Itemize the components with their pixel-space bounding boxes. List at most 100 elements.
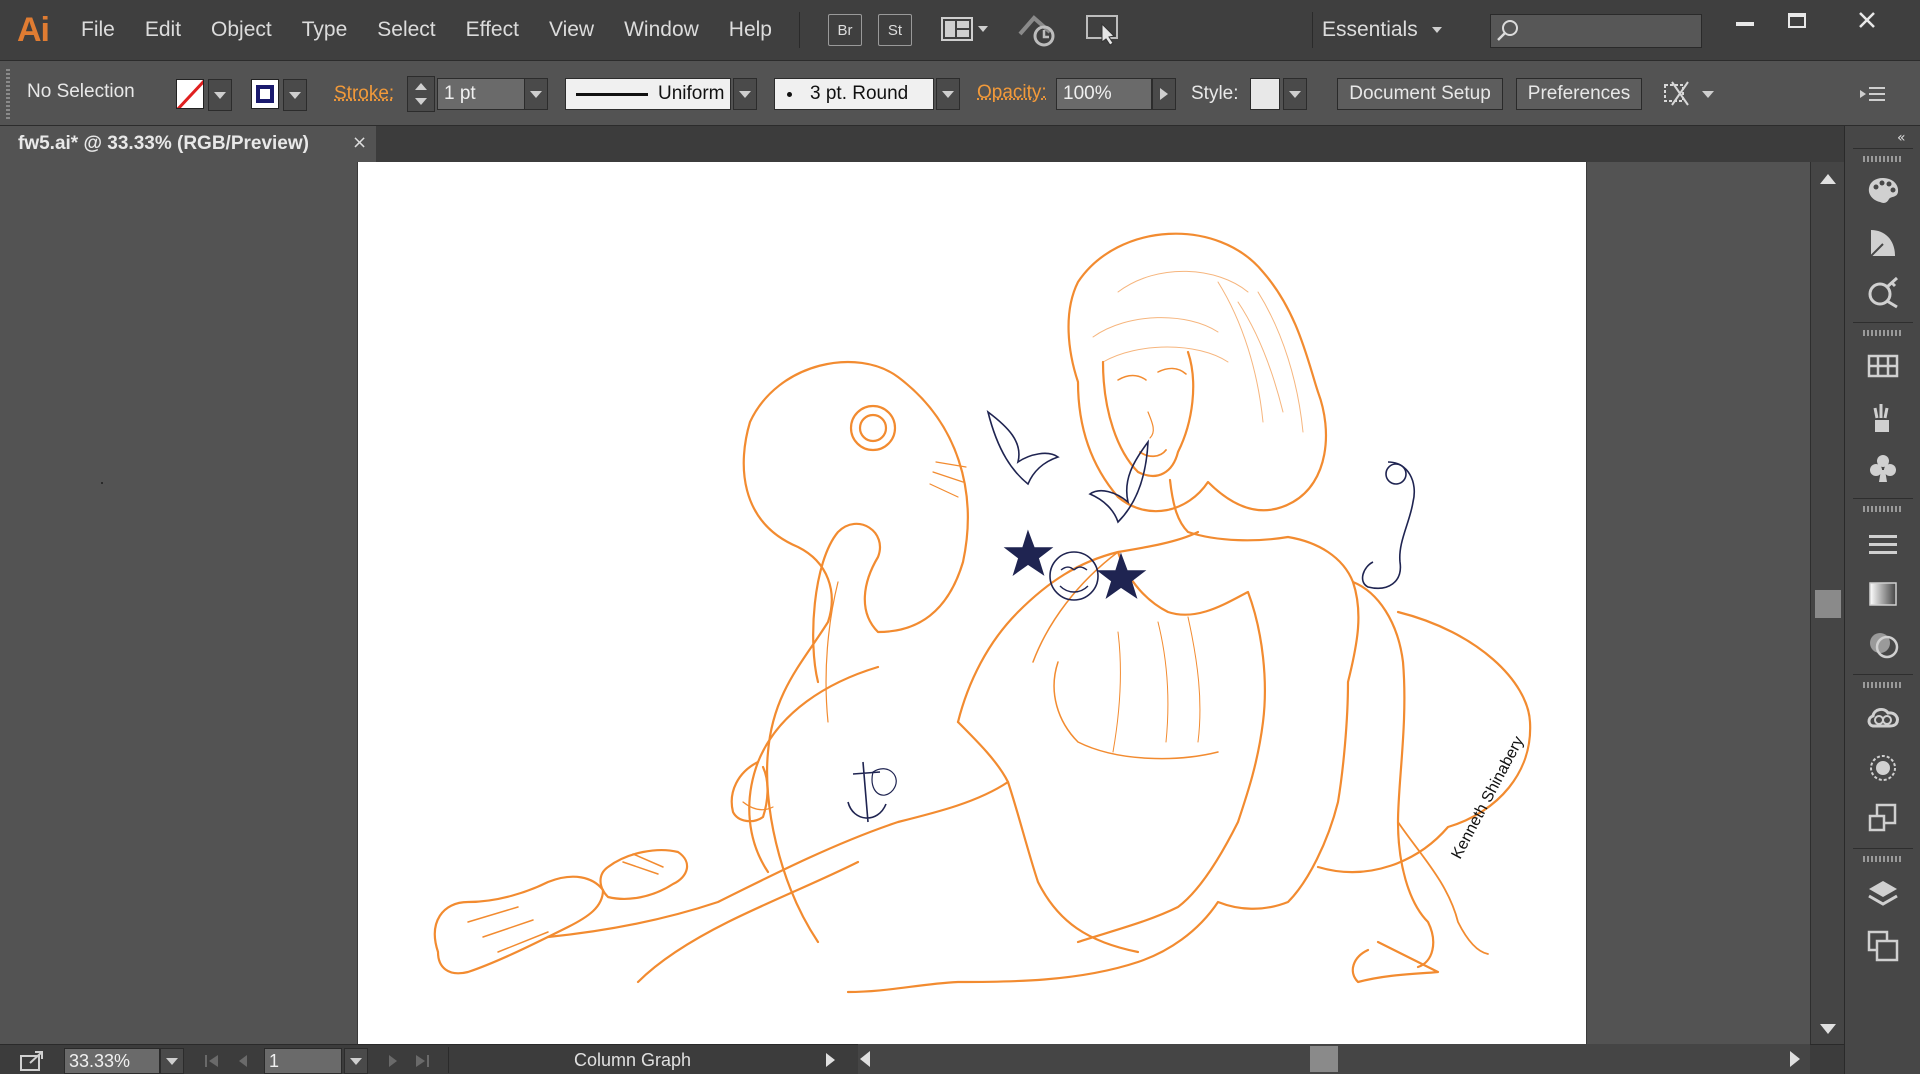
status-text[interactable]: Column Graph (574, 1050, 691, 1071)
artboards-panel-button[interactable] (1863, 926, 1903, 966)
zoom-field[interactable]: 33.33% (64, 1048, 160, 1074)
chevron-down-icon (166, 1058, 178, 1065)
gpu-performance-button[interactable] (1016, 10, 1060, 50)
isolate-mode-button[interactable] (1660, 78, 1716, 110)
previous-artboard-button[interactable] (236, 1053, 250, 1067)
menu-window[interactable]: Window (609, 0, 714, 60)
horizontal-scroll-thumb[interactable] (1310, 1046, 1338, 1072)
image-trace-button[interactable] (1863, 272, 1903, 312)
color-guide-button[interactable] (1863, 222, 1903, 262)
panel-menu-button[interactable] (1858, 81, 1888, 107)
stroke-swatch-icon (256, 85, 274, 103)
brushes-button[interactable] (1863, 398, 1903, 438)
scroll-right-button[interactable] (1790, 1051, 1800, 1067)
bridge-button[interactable]: Br (828, 14, 862, 46)
close-tab-button[interactable]: × (352, 132, 367, 153)
swatches-button[interactable] (1863, 346, 1903, 386)
transparency-panel-button[interactable] (1863, 624, 1903, 664)
stepper-arrows-icon (408, 77, 434, 111)
horizontal-scrollbar[interactable] (858, 1044, 1810, 1074)
scroll-up-button[interactable] (1820, 174, 1836, 184)
cc-libraries-icon (1864, 700, 1902, 736)
artboard-dropdown[interactable] (344, 1048, 368, 1074)
variable-width-profile[interactable]: Uniform (565, 78, 731, 110)
workspace-switcher[interactable]: Essentials (1322, 13, 1442, 47)
vertical-scrollbar[interactable] (1810, 162, 1844, 1044)
graphic-style-dropdown[interactable] (1283, 78, 1307, 110)
gradient-panel-button[interactable] (1863, 574, 1903, 614)
chevron-down-icon (739, 91, 751, 98)
opacity-label[interactable]: Opacity: (977, 82, 1047, 104)
image-trace-icon (1865, 274, 1901, 310)
line-art-illustration[interactable]: Kenneth Shinabery (358, 162, 1588, 1044)
menu-effect[interactable]: Effect (451, 0, 534, 60)
layers-panel-button[interactable] (1863, 874, 1903, 914)
minimize-button[interactable] (1716, 0, 1774, 40)
arrange-documents-icon (940, 15, 992, 45)
menu-edit[interactable]: Edit (130, 0, 196, 60)
last-artboard-button[interactable] (414, 1053, 430, 1067)
zoom-dropdown[interactable] (160, 1048, 184, 1074)
stroke-panel-button[interactable] (1863, 524, 1903, 564)
scroll-left-button[interactable] (860, 1051, 870, 1067)
stroke-weight-field[interactable]: 1 pt (437, 78, 525, 110)
menu-type[interactable]: Type (287, 0, 363, 60)
symbols-button[interactable] (1863, 448, 1903, 488)
brush-definition[interactable]: 3 pt. Round (774, 78, 934, 110)
opacity-slider-button[interactable] (1152, 78, 1176, 110)
stroke-color-dropdown[interactable] (283, 79, 307, 111)
share-button[interactable] (18, 1049, 46, 1073)
panel-menu-icon (1858, 81, 1888, 107)
anchor-tattoo (848, 762, 886, 822)
artist-signature: Kenneth Shinabery (1449, 734, 1528, 862)
libraries-button[interactable] (1863, 698, 1903, 738)
stroke-label[interactable]: Stroke: (334, 83, 394, 105)
artboard-number-field[interactable]: 1 (264, 1048, 342, 1074)
first-artboard-button[interactable] (204, 1053, 220, 1067)
dock-divider (1853, 148, 1913, 149)
fill-dropdown[interactable] (208, 79, 232, 111)
menu-select[interactable]: Select (362, 0, 450, 60)
stroke-weight-dropdown[interactable] (524, 78, 548, 110)
opacity-field[interactable]: 100% (1056, 78, 1152, 110)
stroke-stepper[interactable] (407, 76, 435, 112)
menu-file[interactable]: File (66, 0, 130, 60)
color-panel-button[interactable] (1863, 170, 1903, 210)
collapse-dock-button[interactable]: « (1897, 130, 1906, 146)
close-window-button[interactable] (1838, 0, 1896, 40)
menu-divider (799, 12, 800, 48)
isolate-icon (1660, 79, 1692, 109)
artboard[interactable]: Kenneth Shinabery (357, 162, 1587, 1044)
chevron-down-icon (1432, 27, 1442, 33)
status-menu-button[interactable] (826, 1053, 835, 1067)
menu-view[interactable]: View (534, 0, 609, 60)
chevron-down-icon (289, 92, 301, 99)
brush-dropdown[interactable] (936, 78, 960, 110)
minimize-icon (1736, 22, 1754, 26)
document-setup-button[interactable]: Document Setup (1337, 78, 1503, 110)
appearance-panel-button[interactable] (1863, 748, 1903, 788)
maximize-button[interactable] (1768, 0, 1826, 40)
touch-workspace-icon (1084, 12, 1124, 48)
graphic-styles-icon (1865, 800, 1901, 836)
brush-label: 3 pt. Round (810, 83, 908, 105)
preferences-button[interactable]: Preferences (1516, 78, 1642, 110)
arrange-documents-button[interactable] (940, 10, 992, 50)
stock-button[interactable]: St (878, 14, 912, 46)
fill-swatch[interactable] (176, 79, 204, 109)
menu-help[interactable]: Help (714, 0, 787, 60)
dock-grip (1863, 856, 1903, 862)
menu-object[interactable]: Object (196, 0, 287, 60)
artboards-icon (1865, 928, 1901, 964)
menu-divider-2 (1312, 12, 1313, 48)
touch-workspace-button[interactable] (1084, 10, 1124, 50)
search-input[interactable] (1490, 14, 1702, 48)
stroke-swatch[interactable] (251, 79, 279, 109)
next-artboard-button[interactable] (386, 1053, 400, 1067)
vertical-scroll-thumb[interactable] (1815, 590, 1841, 618)
document-tab[interactable]: fw5.ai* @ 33.33% (RGB/Preview) (0, 126, 376, 162)
graphic-styles-button[interactable] (1863, 798, 1903, 838)
scroll-down-button[interactable] (1820, 1024, 1836, 1034)
graphic-style-swatch[interactable] (1250, 78, 1280, 110)
profile-dropdown[interactable] (733, 78, 757, 110)
